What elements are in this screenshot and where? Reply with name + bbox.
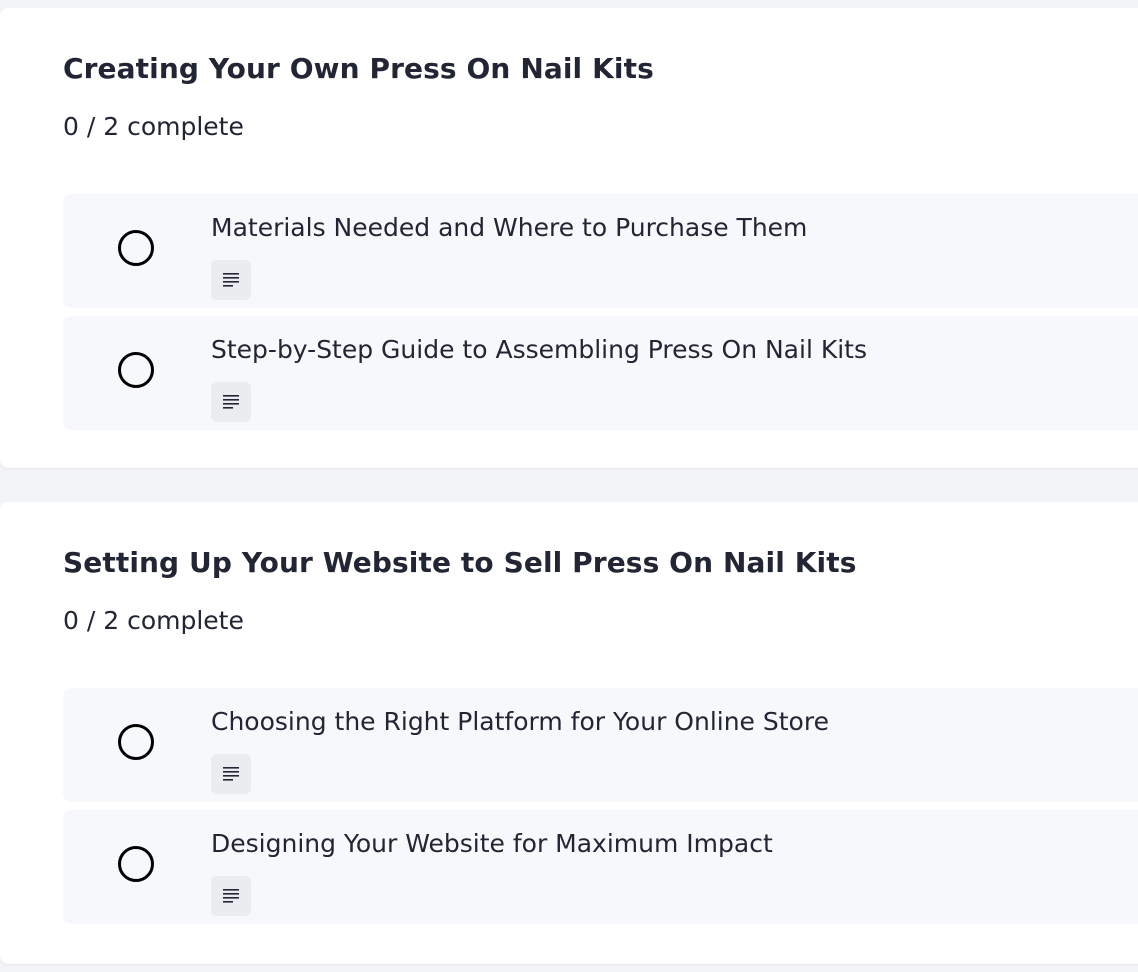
lesson-item[interactable]: Choosing the Right Platform for Your Onl…: [63, 688, 1138, 802]
module-card: Creating Your Own Press On Nail Kits 0 /…: [0, 8, 1138, 468]
module-progress: 0 / 2 complete: [63, 112, 244, 141]
lesson-complete-checkbox[interactable]: [118, 230, 154, 266]
lesson-item[interactable]: Materials Needed and Where to Purchase T…: [63, 194, 1138, 308]
lesson-complete-checkbox[interactable]: [118, 724, 154, 760]
lesson-title[interactable]: Step-by-Step Guide to Assembling Press O…: [211, 335, 867, 364]
lesson-title[interactable]: Designing Your Website for Maximum Impac…: [211, 829, 773, 858]
lesson-title[interactable]: Materials Needed and Where to Purchase T…: [211, 213, 807, 242]
lesson-title[interactable]: Choosing the Right Platform for Your Onl…: [211, 707, 829, 736]
document-icon: [211, 754, 251, 794]
module-card: Setting Up Your Website to Sell Press On…: [0, 502, 1138, 964]
lesson-complete-checkbox[interactable]: [118, 352, 154, 388]
course-outline: Creating Your Own Press On Nail Kits 0 /…: [0, 0, 1138, 972]
document-icon: [211, 876, 251, 916]
lesson-item[interactable]: Step-by-Step Guide to Assembling Press O…: [63, 316, 1138, 430]
module-progress: 0 / 2 complete: [63, 606, 244, 635]
document-icon: [211, 382, 251, 422]
lesson-complete-checkbox[interactable]: [118, 846, 154, 882]
module-title: Setting Up Your Website to Sell Press On…: [63, 546, 857, 579]
module-title: Creating Your Own Press On Nail Kits: [63, 52, 654, 85]
document-icon: [211, 260, 251, 300]
lesson-item[interactable]: Designing Your Website for Maximum Impac…: [63, 810, 1138, 924]
